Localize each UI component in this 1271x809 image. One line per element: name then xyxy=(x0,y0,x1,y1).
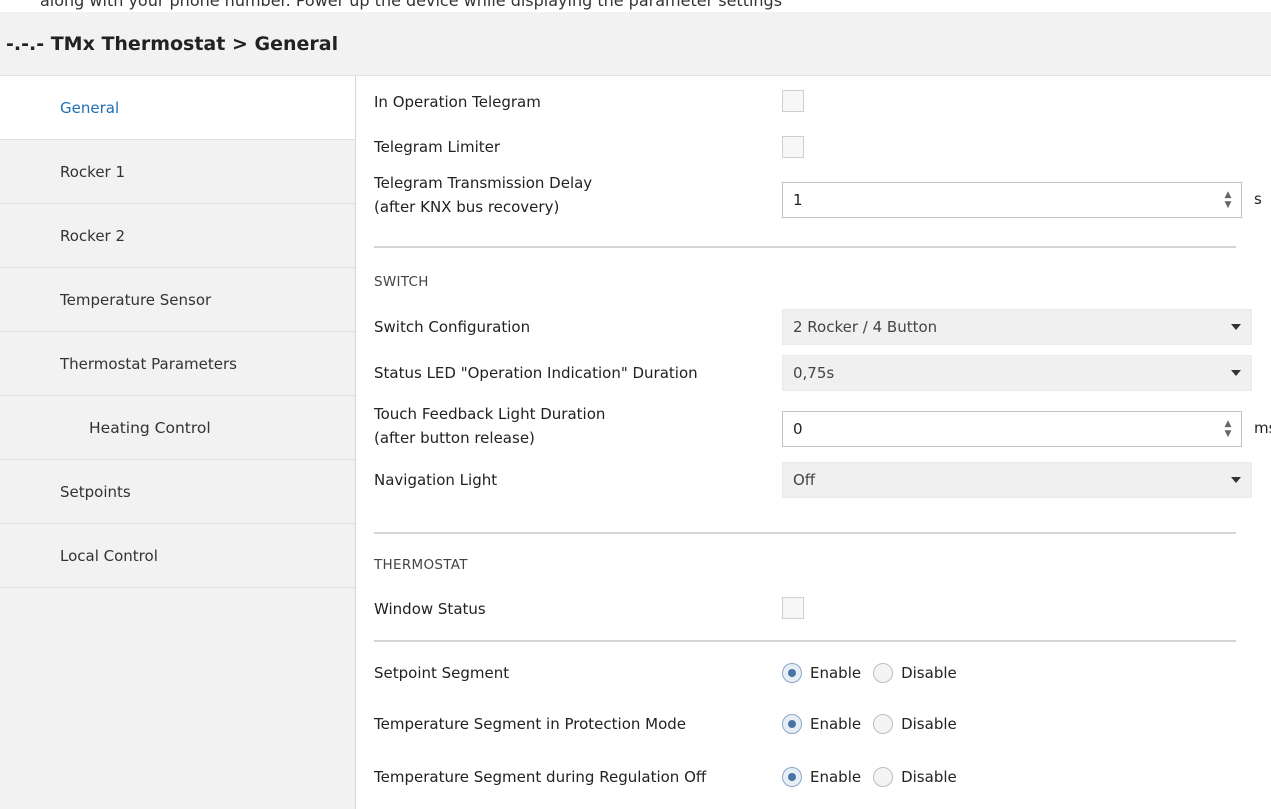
navigation-light-label: Navigation Light xyxy=(374,471,498,489)
radio-label-enable[interactable]: Enable xyxy=(810,664,861,682)
sidebar-item-label: Thermostat Parameters xyxy=(60,354,237,373)
setpoint-segment-disable-radio[interactable] xyxy=(873,663,894,683)
sidebar-item-label: Temperature Sensor xyxy=(60,290,212,309)
spin-arrows[interactable]: ▲ ▼ xyxy=(1223,419,1233,439)
divider xyxy=(374,640,1236,642)
section-title-thermostat: THERMOSTAT xyxy=(374,557,468,573)
in-operation-telegram-checkbox[interactable] xyxy=(782,90,804,112)
sidebar-item-label: Setpoints xyxy=(60,482,131,501)
sidebar-item-general[interactable]: General xyxy=(0,76,355,140)
sidebar-item-rocker-2[interactable]: Rocker 2 xyxy=(0,204,355,268)
transmission-delay-label-line2: (after KNX bus recovery) xyxy=(374,198,560,216)
status-led-label: Status LED "Operation Indication" Durati… xyxy=(374,364,698,382)
navigation-light-value: Off xyxy=(793,471,816,489)
transmission-delay-value: 1 xyxy=(793,191,803,209)
protection-mode-enable-radio[interactable] xyxy=(782,714,802,734)
touch-feedback-label-line1: Touch Feedback Light Duration xyxy=(374,405,606,423)
sidebar-item-label: Rocker 2 xyxy=(60,226,126,245)
sidebar-item-temperature-sensor[interactable]: Temperature Sensor xyxy=(0,268,355,332)
protection-mode-label: Temperature Segment in Protection Mode xyxy=(374,715,687,733)
top-cut-text-content: along with your phone number. Power up t… xyxy=(40,0,783,10)
sidebar-item-heating-control[interactable]: Heating Control xyxy=(0,396,355,460)
touch-feedback-unit: ms xyxy=(1254,419,1271,437)
radio-label-disable[interactable]: Disable xyxy=(901,715,957,733)
sidebar-item-setpoints[interactable]: Setpoints xyxy=(0,460,355,524)
touch-feedback-label-line2: (after button release) xyxy=(374,429,535,447)
sidebar-item-label: Rocker 1 xyxy=(60,162,126,181)
setpoint-segment-enable-radio[interactable] xyxy=(782,663,802,683)
chevron-down-icon xyxy=(1231,477,1241,483)
section-title-switch: SWITCH xyxy=(374,274,429,290)
sidebar-item-thermostat-parameters[interactable]: Thermostat Parameters xyxy=(0,332,355,396)
status-led-select[interactable]: 0,75s xyxy=(782,355,1252,391)
spin-up-icon[interactable]: ▲ xyxy=(1223,419,1233,429)
switch-configuration-select[interactable]: 2 Rocker / 4 Button xyxy=(782,309,1252,345)
sidebar-item-local-control[interactable]: Local Control xyxy=(0,524,355,588)
regulation-off-disable-radio[interactable] xyxy=(873,767,894,787)
switch-configuration-value: 2 Rocker / 4 Button xyxy=(793,318,938,336)
setpoint-segment-label: Setpoint Segment xyxy=(374,664,510,682)
top-cut-text: along with your phone number. Power up t… xyxy=(0,0,1271,12)
window-status-label: Window Status xyxy=(374,600,486,618)
switch-configuration-label: Switch Configuration xyxy=(374,318,531,336)
transmission-delay-stepper[interactable]: 1 ▲ ▼ xyxy=(782,182,1242,218)
in-operation-telegram-label: In Operation Telegram xyxy=(374,93,541,111)
radio-label-enable[interactable]: Enable xyxy=(810,715,861,733)
spin-down-icon[interactable]: ▼ xyxy=(1223,429,1233,439)
parameter-panel: In Operation Telegram Telegram Limiter T… xyxy=(356,76,1271,809)
regulation-off-label: Temperature Segment during Regulation Of… xyxy=(374,768,707,786)
touch-feedback-value: 0 xyxy=(793,420,803,438)
navigation-light-select[interactable]: Off xyxy=(782,462,1252,498)
setpoint-segment-radio-group: Enable Disable xyxy=(782,661,969,685)
regulation-off-radio-group: Enable Disable xyxy=(782,765,969,789)
sidebar-item-label: General xyxy=(60,98,120,117)
protection-mode-radio-group: Enable Disable xyxy=(782,712,969,736)
chevron-down-icon xyxy=(1231,370,1241,376)
transmission-delay-unit: s xyxy=(1254,190,1262,208)
sidebar-item-rocker-1[interactable]: Rocker 1 xyxy=(0,140,355,204)
radio-label-disable[interactable]: Disable xyxy=(901,768,957,786)
sidebar-item-label: Heating Control xyxy=(89,418,211,437)
divider xyxy=(374,532,1236,534)
spin-arrows[interactable]: ▲ ▼ xyxy=(1223,190,1233,210)
telegram-limiter-label: Telegram Limiter xyxy=(374,138,501,156)
protection-mode-disable-radio[interactable] xyxy=(873,714,894,734)
transmission-delay-label-line1: Telegram Transmission Delay xyxy=(374,174,593,192)
spin-down-icon[interactable]: ▼ xyxy=(1223,200,1233,210)
sidebar-item-label: Local Control xyxy=(60,546,158,565)
sidebar: General Rocker 1 Rocker 2 Temperature Se… xyxy=(0,76,356,809)
touch-feedback-stepper[interactable]: 0 ▲ ▼ xyxy=(782,411,1242,447)
telegram-limiter-checkbox[interactable] xyxy=(782,136,804,158)
page-title: -.-.- TMx Thermostat > General xyxy=(6,33,339,55)
divider xyxy=(374,246,1236,248)
title-bar: -.-.- TMx Thermostat > General xyxy=(0,12,1271,76)
spin-up-icon[interactable]: ▲ xyxy=(1223,190,1233,200)
window-status-checkbox[interactable] xyxy=(782,597,804,619)
radio-label-disable[interactable]: Disable xyxy=(901,664,957,682)
radio-label-enable[interactable]: Enable xyxy=(810,768,861,786)
chevron-down-icon xyxy=(1231,324,1241,330)
status-led-value: 0,75s xyxy=(793,364,835,382)
regulation-off-enable-radio[interactable] xyxy=(782,767,802,787)
